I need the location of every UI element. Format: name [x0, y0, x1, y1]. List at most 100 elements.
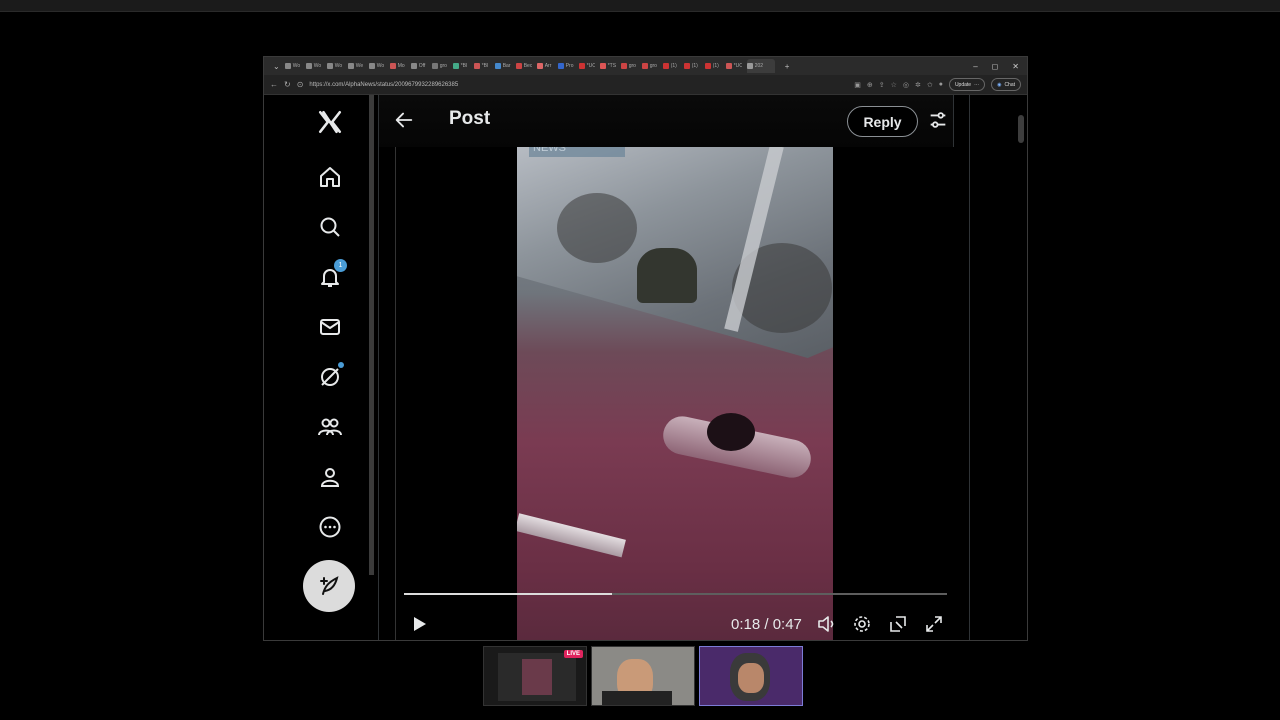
- tab-favicon-icon: [284, 63, 291, 69]
- browser-tab[interactable]: Bec: [515, 59, 532, 73]
- sync-icon[interactable]: ◎: [903, 81, 909, 89]
- tab-favicon-icon: [578, 63, 585, 69]
- stream-thumbnails: LIVE: [483, 646, 809, 706]
- tab-label: *TS: [607, 63, 616, 69]
- volume-icon[interactable]: [816, 614, 836, 634]
- share-icon[interactable]: ⇪: [879, 81, 885, 89]
- right-column: [969, 95, 1027, 640]
- webcam-face: [738, 663, 764, 693]
- tab-label: 202: [754, 63, 764, 69]
- browser-tab[interactable]: *Bl: [473, 59, 490, 73]
- browser-tab[interactable]: (1): [683, 59, 700, 73]
- tab-favicon-icon: [557, 63, 564, 69]
- browser-tab[interactable]: (1): [662, 59, 679, 73]
- home-icon[interactable]: [316, 163, 344, 191]
- x-logo-icon[interactable]: [316, 108, 344, 136]
- settings-gear-icon[interactable]: [852, 614, 872, 634]
- profile-avatar-icon[interactable]: ●: [939, 81, 943, 88]
- tab-label: Wo: [376, 63, 385, 69]
- tab-label: *UC: [733, 63, 742, 69]
- tab-label: Bec: [523, 63, 532, 69]
- browser-tab[interactable]: Wo: [305, 59, 322, 73]
- messages-icon[interactable]: [316, 313, 344, 341]
- tab-favicon-icon: [389, 63, 396, 69]
- favorites-icon[interactable]: ✩: [927, 81, 933, 89]
- video-player[interactable]: NEWS 0:18 / 0:47: [395, 147, 955, 640]
- browser-tab[interactable]: *TS: [599, 59, 616, 73]
- tab-label: Wo: [292, 63, 301, 69]
- zoom-icon[interactable]: ⊕: [867, 81, 873, 89]
- tab-favicon-icon: [515, 63, 522, 69]
- browser-tab[interactable]: Pro: [557, 59, 574, 73]
- search-icon[interactable]: [316, 213, 344, 241]
- browser-tab[interactable]: Arr: [536, 59, 553, 73]
- browser-tab[interactable]: *Bl: [452, 59, 469, 73]
- tab-list-chevron-icon[interactable]: ⌄: [273, 62, 280, 71]
- time-display: 0:18 / 0:47: [731, 616, 802, 633]
- back-nav-icon[interactable]: ←: [270, 80, 278, 89]
- screen-share-thumbnail[interactable]: LIVE: [483, 646, 587, 706]
- browser-tab[interactable]: Wo: [368, 59, 385, 73]
- post-header: Post Reply: [379, 95, 953, 147]
- person-reflection: [637, 248, 697, 303]
- sidebar-scrollbar[interactable]: [369, 95, 374, 575]
- extensions-icon[interactable]: ✲: [915, 81, 921, 89]
- webcam-thumbnail-2[interactable]: [699, 646, 803, 706]
- close-window-button[interactable]: ✕: [1012, 62, 1019, 71]
- notifications-icon[interactable]: 1: [316, 259, 347, 291]
- browser-tab[interactable]: Off: [410, 59, 427, 73]
- browser-tab[interactable]: Mo: [389, 59, 406, 73]
- maximize-button[interactable]: ◻: [992, 62, 999, 71]
- reply-button[interactable]: Reply: [847, 106, 918, 137]
- browser-tab[interactable]: Wo: [326, 59, 343, 73]
- browser-tab[interactable]: Wo: [284, 59, 301, 73]
- url-field[interactable]: https://x.com/AlphaNews/status/200967993…: [309, 82, 848, 88]
- extension-icon[interactable]: ▣: [854, 81, 861, 89]
- tab-label: gro: [628, 63, 636, 69]
- tab-label: gro: [649, 63, 657, 69]
- tree-reflection: [557, 193, 637, 263]
- browser-tab[interactable]: *UC: [578, 59, 595, 73]
- tab-label: (1): [670, 63, 677, 69]
- tab-label: Bar: [502, 63, 511, 69]
- tab-label: *Bl: [460, 63, 468, 69]
- browser-tab[interactable]: Bar: [494, 59, 511, 73]
- browser-tab[interactable]: gro: [431, 59, 448, 73]
- bookmark-star-icon[interactable]: ☆: [891, 81, 897, 89]
- site-info-icon[interactable]: ⊙: [297, 80, 304, 89]
- new-tab-button[interactable]: +: [785, 62, 790, 71]
- tab-favicon-icon: [494, 63, 501, 69]
- video-frame[interactable]: NEWS: [517, 147, 833, 640]
- browser-tab[interactable]: gro: [641, 59, 658, 73]
- tune-settings-icon[interactable]: [927, 109, 949, 131]
- communities-icon[interactable]: [316, 413, 344, 441]
- chat-button[interactable]: ◉ Chat: [991, 78, 1021, 91]
- compose-post-button[interactable]: [303, 560, 355, 612]
- grok-icon[interactable]: [316, 362, 344, 391]
- fullscreen-icon[interactable]: [924, 614, 944, 634]
- page-scrollbar[interactable]: [1018, 115, 1024, 143]
- tab-favicon-icon: [431, 63, 438, 69]
- video-progress-bar[interactable]: [404, 593, 947, 595]
- browser-tab[interactable]: (1): [704, 59, 721, 73]
- play-icon[interactable]: [409, 614, 429, 634]
- tab-label: Pro: [565, 63, 574, 69]
- browser-tab[interactable]: *UC: [725, 59, 742, 73]
- tab-favicon-icon: [347, 63, 354, 69]
- back-arrow-icon[interactable]: [393, 109, 417, 133]
- reload-icon[interactable]: ↻: [284, 80, 291, 89]
- tab-favicon-icon: [368, 63, 375, 69]
- tab-favicon-icon: [473, 63, 480, 69]
- browser-tab[interactable]: We: [347, 59, 364, 73]
- picture-in-picture-icon[interactable]: [888, 614, 908, 634]
- tab-strip: ⌄ Wo Wo Wo We Wo Mo Off gro *Bl *Bl Bar Bec Arr Pro *U…: [264, 57, 1027, 75]
- more-icon[interactable]: [316, 513, 344, 541]
- webcam-thumbnail-1[interactable]: [591, 646, 695, 706]
- update-button[interactable]: Update ···: [948, 78, 986, 91]
- tab-favicon-icon: [746, 63, 753, 69]
- profile-icon[interactable]: [316, 463, 344, 491]
- left-sidebar: 1: [264, 95, 374, 640]
- minimize-button[interactable]: –: [973, 62, 977, 71]
- browser-tab[interactable]: 202: [746, 59, 775, 73]
- browser-tab[interactable]: gro: [620, 59, 637, 73]
